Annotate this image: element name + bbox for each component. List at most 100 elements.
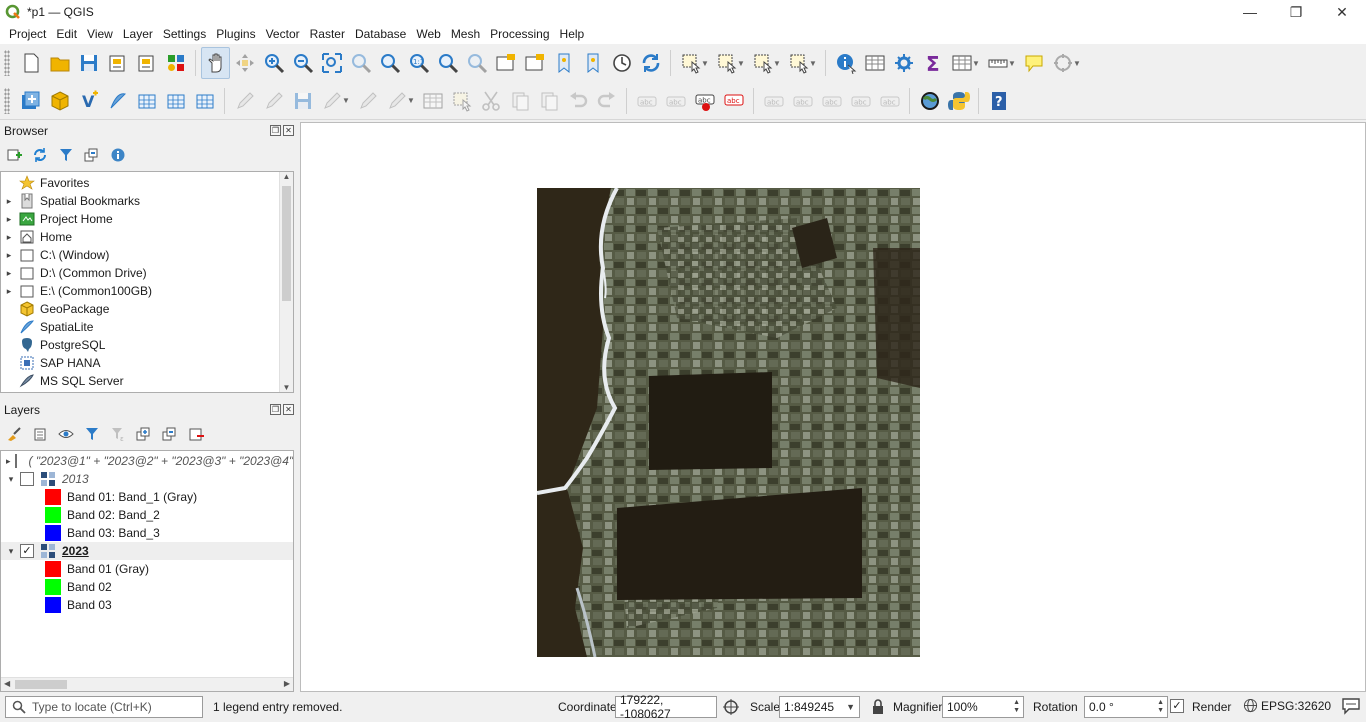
edit-table-button[interactable] [418,85,447,117]
refresh-browser-button[interactable] [30,145,50,165]
change-label-button[interactable]: abc [875,85,904,117]
show-bookmarks-button[interactable] [578,47,607,79]
menu-mesh[interactable]: Mesh [446,27,485,41]
manage-map-themes-button[interactable] [56,424,76,444]
open-layer-styling-button[interactable] [4,424,24,444]
new-project-button[interactable] [16,47,45,79]
menu-web[interactable]: Web [411,27,445,41]
browser-item[interactable]: ▸ Home [1,228,72,246]
layer-item[interactable]: ▾ 2013 [1,470,293,488]
paste-features-button[interactable] [534,85,563,117]
menu-edit[interactable]: Edit [51,27,82,41]
coordinate-field[interactable]: 179222, -1080627 [615,693,717,721]
browser-item[interactable]: ▸ Project Home [1,210,113,228]
statistics-button[interactable]: Σ [918,47,947,79]
minimize-button[interactable]: — [1227,0,1273,24]
highlight-pinned-button[interactable]: abc [759,85,788,117]
browser-item[interactable]: Favorites [1,174,89,192]
modify-attributes-button[interactable] [382,85,411,117]
browser-tree[interactable]: ▲ ▼ Favorites ▸ Spatial Bookmarks ▸ Project … [0,171,294,393]
expand-arrow-icon[interactable]: ▸ [4,268,14,279]
menu-database[interactable]: Database [350,27,411,41]
toolbar-grip[interactable] [4,50,10,76]
collapse-all-button[interactable] [82,145,102,165]
edits-button[interactable] [230,85,259,117]
new-virtual-layer-button[interactable] [132,85,161,117]
browser-item[interactable]: PostgreSQL [1,336,105,354]
chevron-down-icon[interactable]: ▼ [809,59,817,68]
new-3d-view-button[interactable] [520,47,549,79]
close-window-button[interactable]: ✕ [1319,0,1365,24]
filter-browser-button[interactable] [56,145,76,165]
browser-item[interactable]: SpatiaLite [1,318,93,336]
layer-visibility-checkbox[interactable] [14,454,17,468]
menu-view[interactable]: View [82,27,118,41]
render-checkbox[interactable]: ✓ [1170,699,1184,713]
cut-features-button[interactable] [476,85,505,117]
toolbar-grip[interactable] [4,87,10,114]
collapse-all-layers-button[interactable] [160,424,180,444]
new-bookmark-button[interactable] [549,47,578,79]
expand-arrow-icon[interactable]: ▸ [4,250,14,261]
label-pin-button[interactable]: abc [719,85,748,117]
properties-button[interactable] [108,145,128,165]
expand-all-button[interactable] [134,424,154,444]
move-label-button[interactable]: abc [817,85,846,117]
expand-arrow-icon[interactable]: ▾ [6,474,16,485]
layer-labeling-button[interactable]: abc [690,85,719,117]
new-spatialite-button[interactable] [103,85,132,117]
python-console-button[interactable] [944,85,973,117]
zoom-in-button[interactable] [259,47,288,79]
temporal-controller-button[interactable] [607,47,636,79]
zoom-to-layer-button[interactable] [375,47,404,79]
show-hide-labels-button[interactable]: abc [788,85,817,117]
pan-map-button[interactable] [201,47,230,79]
filter-by-expression-button[interactable]: ε [108,424,128,444]
refresh-button[interactable] [636,47,665,79]
help-button[interactable]: ? [984,85,1013,117]
lock-scale-button[interactable] [871,699,885,718]
layer-item[interactable]: ▸ ( "2023@1" + "2023@2" + "2023@3" + "202… [1,452,293,470]
crs-button[interactable]: EPSG:32620 [1243,698,1331,713]
browser-vertical-scrollbar[interactable]: ▲ ▼ [279,172,293,392]
chevron-down-icon[interactable]: ▼ [701,59,709,68]
globe-button[interactable] [915,85,944,117]
browser-item[interactable]: ▸ C:\ (Window) [1,246,110,264]
close-panel-button[interactable]: ✕ [283,125,294,136]
menu-help[interactable]: Help [555,27,590,41]
zoom-native-button[interactable]: 1:1 [404,47,433,79]
digitize-button[interactable] [317,85,346,117]
chevron-down-icon[interactable]: ▼ [773,59,781,68]
new-map-view-button[interactable] [491,47,520,79]
pan-to-selection-button[interactable] [230,47,259,79]
zoom-next-button[interactable] [462,47,491,79]
new-temporary-layer-button[interactable] [161,85,190,117]
browser-item[interactable]: ▸ E:\ (Common100GB) [1,282,152,300]
browser-item[interactable]: GeoPackage [1,300,109,318]
menu-processing[interactable]: Processing [485,27,554,41]
map-canvas[interactable] [300,122,1366,692]
new-shapefile-button[interactable]: V [74,85,103,117]
add-mesh-layer-button[interactable] [190,85,219,117]
zoom-out-button[interactable] [288,47,317,79]
chevron-down-icon[interactable]: ▼ [972,59,980,68]
add-selected-layers-button[interactable] [4,145,24,165]
layer-item[interactable]: ▾ ✓ 2023 [1,542,293,560]
new-print-layout-button[interactable] [103,47,132,79]
chevron-down-icon[interactable]: ▼ [1073,59,1081,68]
expand-arrow-icon[interactable]: ▸ [4,214,14,225]
browser-item[interactable]: SAP HANA [1,354,100,372]
chevron-down-icon[interactable]: ▼ [737,59,745,68]
browser-item[interactable]: ▸ D:\ (Common Drive) [1,264,147,282]
attribute-table-button[interactable] [860,47,889,79]
expand-arrow-icon[interactable]: ▾ [6,546,16,557]
rotate-label-button[interactable]: abc [846,85,875,117]
float-panel-button[interactable]: ❐ [270,125,281,136]
expand-arrow-icon[interactable]: ▸ [4,232,14,243]
data-source-manager-button[interactable] [16,85,45,117]
layers-horizontal-scrollbar[interactable]: ◀ ▶ [1,677,293,691]
menu-vector[interactable]: Vector [261,27,305,41]
zoom-full-button[interactable] [317,47,346,79]
magnifier-spinbox[interactable]: 100% ▲ ▼ [942,696,1024,718]
rotation-spinbox[interactable]: 0.0 ° ▲ ▼ [1084,696,1168,718]
